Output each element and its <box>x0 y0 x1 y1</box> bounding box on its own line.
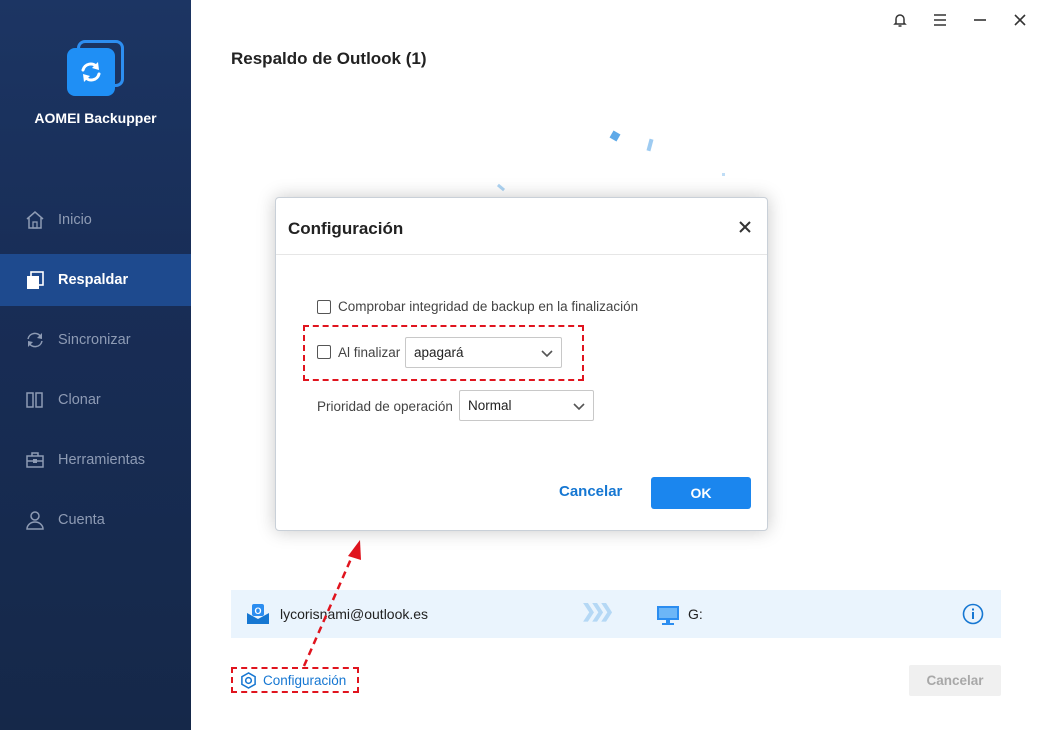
page-title: Respaldo de Outlook (1) <box>231 49 427 68</box>
outlook-icon: O <box>246 603 270 625</box>
close-window-icon[interactable] <box>1010 10 1030 30</box>
gear-icon <box>240 671 257 689</box>
sidebar-item-label: Sincronizar <box>58 332 131 348</box>
svg-text:O: O <box>254 606 261 616</box>
bell-icon[interactable] <box>890 10 910 30</box>
dialog-header: Configuración <box>276 198 767 255</box>
toolbox-icon <box>25 450 45 470</box>
menu-icon[interactable] <box>930 10 950 30</box>
decoration <box>722 173 725 176</box>
on-finish-select[interactable]: apagará <box>405 337 562 368</box>
info-icon[interactable] <box>962 603 984 625</box>
sidebar-item-label: Clonar <box>58 392 101 408</box>
close-icon[interactable] <box>735 217 755 237</box>
sidebar: AOMEI Backupper Inicio Respaldar Sincron… <box>0 0 191 730</box>
settings-dialog: Configuración Comprobar integridad de ba… <box>275 197 768 531</box>
sync-icon <box>25 330 45 350</box>
sidebar-item-sincronizar[interactable]: Sincronizar <box>0 314 191 366</box>
priority-select[interactable]: Normal <box>459 390 594 421</box>
dialog-cancel-button[interactable]: Cancelar <box>559 483 622 500</box>
sidebar-item-herramientas[interactable]: Herramientas <box>0 434 191 486</box>
sidebar-item-label: Cuenta <box>58 512 105 528</box>
sidebar-item-inicio[interactable]: Inicio <box>0 194 191 246</box>
app-logo <box>67 40 125 96</box>
verify-label: Comprobar integridad de backup en la fin… <box>338 299 639 314</box>
decoration <box>609 130 621 142</box>
dialog-ok-button[interactable]: OK <box>651 477 751 509</box>
sidebar-item-cuenta[interactable]: Cuenta <box>0 494 191 546</box>
on-finish-checkbox[interactable] <box>317 345 331 359</box>
on-finish-select-value: apagará <box>414 345 464 360</box>
refresh-icon <box>81 62 101 82</box>
verify-checkbox[interactable] <box>317 300 331 314</box>
monitor-icon <box>656 604 680 626</box>
decoration <box>646 138 654 152</box>
chevron-down-icon <box>572 399 586 413</box>
decoration <box>496 183 506 192</box>
sidebar-item-clonar[interactable]: Clonar <box>0 374 191 426</box>
cancel-button[interactable]: Cancelar <box>909 665 1001 696</box>
priority-select-value: Normal <box>468 398 512 413</box>
on-finish-label: Al finalizar <box>338 345 401 360</box>
dialog-title: Configuración <box>288 219 404 238</box>
backup-icon <box>25 270 45 290</box>
sidebar-item-label: Inicio <box>58 212 92 228</box>
arrow-right-icon: ❯❯❯ <box>581 601 614 621</box>
destination-path: G: <box>688 606 703 622</box>
annotation-arrow <box>302 540 361 667</box>
chevron-down-icon <box>540 346 554 360</box>
priority-label: Prioridad de operación <box>317 399 453 414</box>
app-name: AOMEI Backupper <box>34 110 157 126</box>
sidebar-item-label: Herramientas <box>58 452 146 468</box>
settings-link-label: Configuración <box>263 672 347 688</box>
settings-link[interactable]: Configuración <box>231 667 359 693</box>
minimize-icon[interactable] <box>970 10 990 30</box>
home-icon <box>25 210 45 230</box>
user-icon <box>25 510 45 530</box>
sidebar-item-label: Respaldar <box>58 272 129 288</box>
sidebar-item-respaldar[interactable]: Respaldar <box>0 254 191 306</box>
clone-icon <box>25 390 45 410</box>
